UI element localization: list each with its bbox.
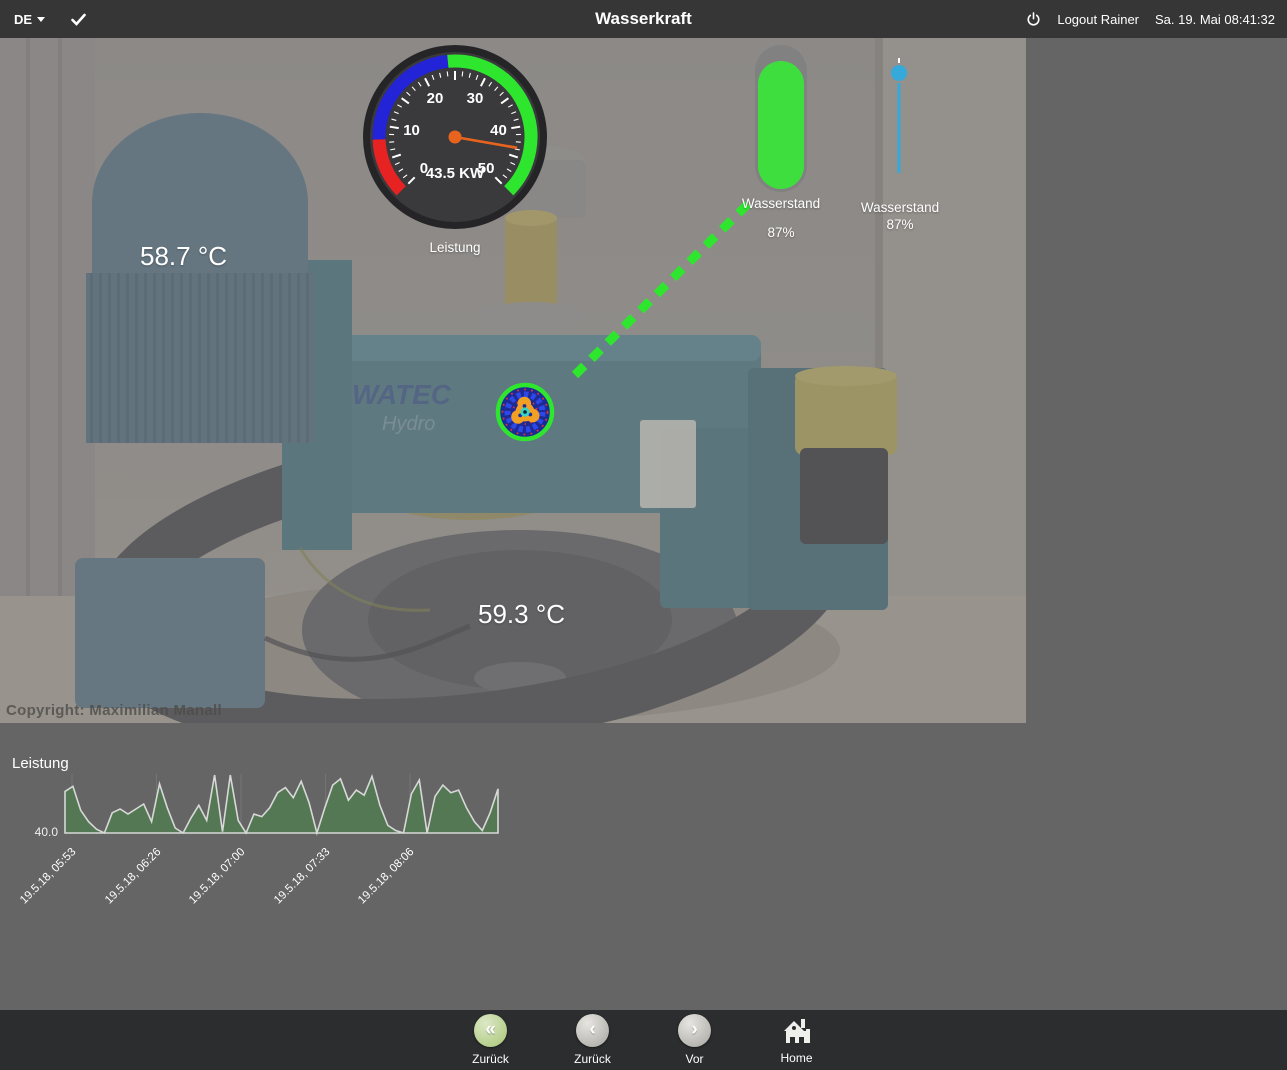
svg-text:20: 20 xyxy=(427,90,444,107)
chart-x-tick: 19.5.18, 06:26 xyxy=(93,846,164,917)
chevron-left-icon: ‹ xyxy=(589,1020,595,1039)
svg-text:40: 40 xyxy=(490,122,507,139)
temperature-label-bearing: 59.3 °C xyxy=(478,599,565,630)
chart-x-tick: 19.5.18, 08:06 xyxy=(346,846,417,917)
slider-caption: Wasserstand xyxy=(840,200,960,215)
turbine-bearing-icon xyxy=(494,381,556,443)
tank-caption: Wasserstand xyxy=(721,196,841,211)
tank-percent: 87% xyxy=(721,225,841,240)
chart-x-tick: 19.5.18, 07:00 xyxy=(177,846,248,917)
logout-button[interactable]: Logout Rainer xyxy=(1057,12,1139,27)
gauge-value: 43.5 KW xyxy=(426,165,485,182)
gauge-caption: Leistung xyxy=(362,240,548,255)
bottom-navbar: « Zurück ‹ Zurück › Vor Home xyxy=(0,1010,1287,1070)
topbar: DE Wasserkraft Logout Rainer Sa. 19. Mai… xyxy=(0,0,1287,38)
home-icon xyxy=(780,1016,814,1046)
svg-text:10: 10 xyxy=(403,122,420,139)
water-level-tank xyxy=(755,45,807,192)
power-gauge: 01020304050 43.5 KW xyxy=(362,44,548,230)
nav-back-button[interactable]: ‹ Zurück xyxy=(565,1014,621,1066)
nav-back-fast-button[interactable]: « Zurück xyxy=(463,1014,519,1066)
photo-credit: Copyright: Maximilian Manall xyxy=(6,702,222,719)
chevron-double-left-icon: « xyxy=(485,1020,496,1039)
temperature-label-motor: 58.7 °C xyxy=(140,241,227,272)
plant-photo: WATEC Hydro Copyright: Maximilian Manall xyxy=(0,38,1026,723)
nav-home-button[interactable]: Home xyxy=(769,1016,825,1065)
chart-y-tick: 40.0 xyxy=(28,825,58,839)
datetime-label: Sa. 19. Mai 08:41:32 xyxy=(1155,12,1275,27)
tank-fill xyxy=(758,61,804,189)
power-icon[interactable] xyxy=(1026,12,1041,27)
nav-forward-button[interactable]: › Vor xyxy=(667,1014,723,1066)
power-history-chart xyxy=(0,770,520,838)
slider-handle[interactable] xyxy=(891,65,907,81)
svg-text:30: 30 xyxy=(467,90,484,107)
chart-x-tick: 19.5.18, 05:53 xyxy=(8,846,79,917)
chevron-right-icon: › xyxy=(691,1020,697,1039)
slider-percent: 87% xyxy=(840,217,960,232)
chart-x-tick: 19.5.18, 07:33 xyxy=(262,846,333,917)
water-level-slider[interactable] xyxy=(888,50,910,190)
hydropower-dashboard: DE Wasserkraft Logout Rainer Sa. 19. Mai… xyxy=(0,0,1287,1070)
